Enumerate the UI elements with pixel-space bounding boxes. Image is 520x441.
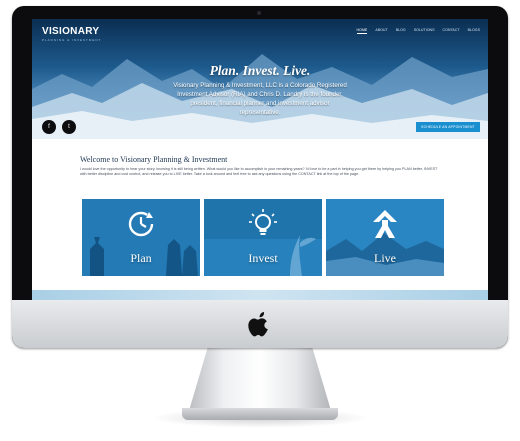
monitor-stand [188,346,332,414]
nav-item-about[interactable]: About [375,28,387,34]
hero-banner: VISIONARY PLANNING & INVESTMENT Home Abo… [32,19,488,139]
site-logo-tagline: PLANNING & INVESTMENT [42,38,102,42]
site-logo[interactable]: VISIONARY [42,26,99,37]
nav-item-home[interactable]: Home [356,28,368,34]
tile-invest-label: Invest [248,251,278,265]
website-screen: VISIONARY PLANNING & INVESTMENT Home Abo… [32,19,488,300]
hero-tagline: Plan. Invest. Live. [209,63,311,78]
camera-dot [257,11,261,15]
lightbulb-icon [249,209,277,235]
tile-plan-label: Plan [130,251,152,265]
tile-live-label: Live [374,251,396,265]
twitter-icon[interactable]: t [62,120,76,134]
nav-item-blog[interactable]: Blog [396,28,406,34]
hero-intro: Visionary Planning & Investment, LLC is … [173,82,347,116]
footer-strip [32,290,488,300]
nav-item-contact[interactable]: Contact [443,28,460,34]
facebook-icon[interactable]: f [42,120,56,134]
tile-invest[interactable]: Invest [204,199,322,276]
main-nav: Home About Blog Solutions Contact Blogs [356,28,480,34]
mountain-backdrop [32,54,488,139]
welcome-paragraph: I would love the opportunity to hear you… [80,167,438,177]
monitor-stand-base [182,408,338,420]
schedule-appointment-button[interactable]: SCHEDULE AN APPOINTMENT [416,122,480,132]
welcome-heading: Welcome to Visionary Planning & Investme… [80,155,228,164]
apple-logo-icon [248,312,268,337]
clock-refresh-icon [128,211,154,237]
tile-live[interactable]: Live [326,199,444,276]
nav-item-blogs[interactable]: Blogs [468,28,480,34]
tile-plan[interactable]: Plan [82,199,200,276]
arrow-up-icon [373,210,397,238]
nav-item-solutions[interactable]: Solutions [414,28,435,34]
